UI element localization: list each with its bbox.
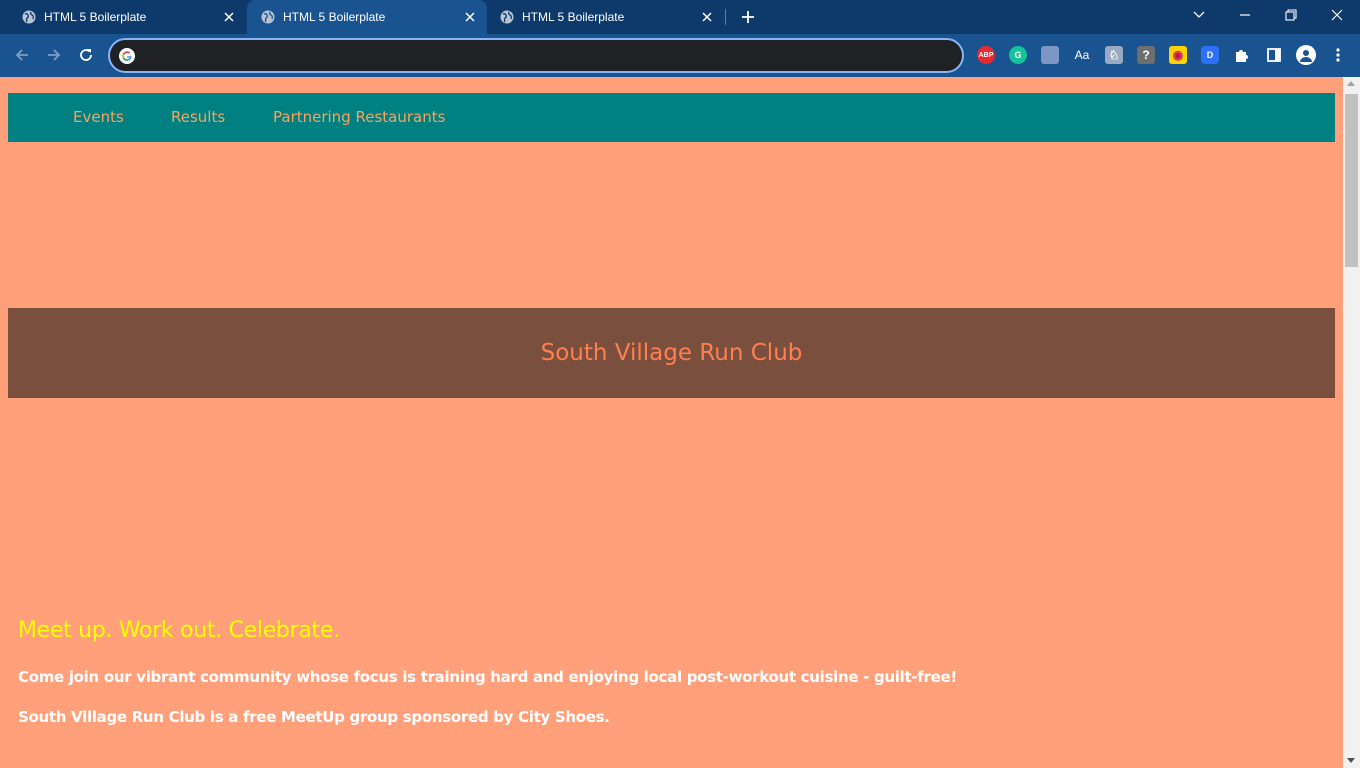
hero-banner: South Village Run Club	[8, 308, 1335, 398]
vertical-scrollbar[interactable]	[1343, 77, 1360, 768]
site-nav: Events Results Partnering Restaurants	[8, 93, 1335, 142]
help-icon[interactable]: ?	[1137, 46, 1155, 64]
reload-button[interactable]	[74, 43, 98, 67]
address-input[interactable]	[142, 45, 942, 67]
globe-icon	[22, 10, 36, 24]
globe-icon	[500, 10, 514, 24]
tab-search-button[interactable]	[1186, 4, 1212, 26]
extension-label: ?	[1142, 48, 1150, 62]
side-panel-icon[interactable]	[1265, 46, 1283, 64]
extension-square-icon[interactable]	[1041, 46, 1059, 64]
profile-avatar-icon[interactable]	[1296, 45, 1316, 65]
dictionary-icon[interactable]: Aa	[1073, 46, 1091, 64]
dashlane-icon[interactable]: D	[1201, 46, 1219, 64]
forward-button[interactable]	[42, 43, 66, 67]
tagline-heading: Meet up. Work out. Celebrate.	[18, 618, 340, 643]
close-icon	[1331, 9, 1343, 21]
browser-tab-2[interactable]: HTML 5 Boilerplate	[247, 0, 487, 34]
scroll-down-arrow-icon[interactable]	[1347, 758, 1355, 763]
address-bar[interactable]	[108, 38, 964, 73]
browser-tab-1[interactable]: HTML 5 Boilerplate	[8, 0, 246, 34]
nav-link-partnering-restaurants[interactable]: Partnering Restaurants	[273, 108, 445, 126]
honey-icon[interactable]: ◉	[1169, 46, 1187, 64]
arrow-right-icon	[48, 49, 61, 61]
nav-link-events[interactable]: Events	[73, 108, 124, 126]
nav-link-results[interactable]: Results	[171, 108, 225, 126]
extension-label: ABP	[978, 51, 994, 59]
restore-icon	[1285, 9, 1297, 21]
extension-label: D	[1206, 50, 1214, 60]
page-viewport: Events Results Partnering Restaurants So…	[0, 77, 1343, 768]
extension-label: ♘	[1108, 48, 1120, 62]
minimize-button[interactable]	[1232, 4, 1258, 26]
back-button[interactable]	[10, 43, 34, 67]
translate-icon[interactable]: ♘	[1105, 46, 1123, 64]
extension-label: ◉	[1172, 48, 1184, 62]
scrollbar-thumb[interactable]	[1345, 94, 1358, 267]
arrow-left-icon	[15, 49, 28, 61]
google-icon	[119, 48, 135, 64]
reload-icon	[80, 49, 92, 61]
tab-title: HTML 5 Boilerplate	[283, 10, 386, 24]
close-tab-icon[interactable]	[220, 8, 238, 26]
chevron-down-icon	[1193, 11, 1205, 18]
kebab-menu-icon[interactable]	[1329, 46, 1347, 64]
scroll-up-arrow-icon[interactable]	[1347, 81, 1355, 86]
tab-title: HTML 5 Boilerplate	[44, 10, 147, 24]
browser-toolbar: ABP G Aa ♘ ? ◉ D	[0, 34, 1360, 77]
tab-separator	[725, 9, 726, 25]
extensions-puzzle-icon[interactable]	[1233, 46, 1251, 64]
extension-label: G	[1014, 50, 1022, 60]
sponsor-paragraph: South Village Run Club is a free MeetUp …	[18, 708, 610, 726]
extension-label: Aa	[1074, 48, 1090, 62]
page-title: South Village Run Club	[540, 340, 803, 366]
restore-button[interactable]	[1278, 4, 1304, 26]
close-window-button[interactable]	[1324, 4, 1350, 26]
plus-icon	[742, 11, 754, 23]
close-tab-icon[interactable]	[461, 8, 479, 26]
intro-paragraph: Come join our vibrant community whose fo…	[18, 668, 957, 686]
tab-strip: HTML 5 Boilerplate HTML 5 Boilerplate HT…	[0, 0, 1360, 34]
close-tab-icon[interactable]	[698, 8, 716, 26]
browser-tab-3[interactable]: HTML 5 Boilerplate	[486, 0, 724, 34]
tab-title: HTML 5 Boilerplate	[522, 10, 625, 24]
grammarly-icon[interactable]: G	[1009, 46, 1027, 64]
globe-icon	[261, 10, 275, 24]
adblock-plus-icon[interactable]: ABP	[977, 46, 995, 64]
new-tab-button[interactable]	[736, 5, 760, 29]
minimize-icon	[1240, 14, 1250, 16]
